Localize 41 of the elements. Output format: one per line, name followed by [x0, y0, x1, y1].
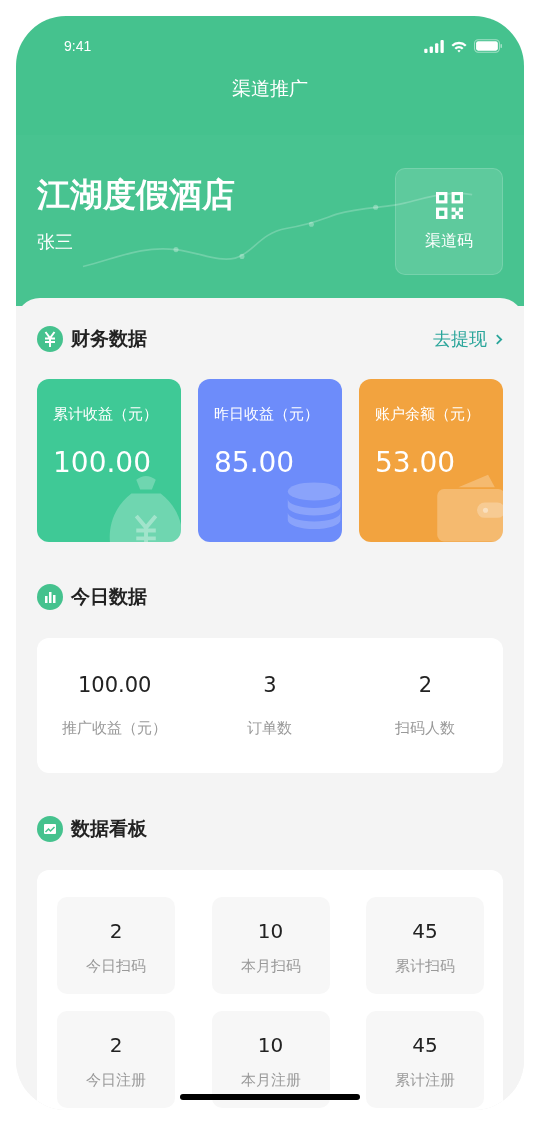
card-value: 100.00 — [52, 445, 152, 479]
section-title: 今日数据 — [71, 584, 148, 609]
page-title: 渠道推广 — [231, 76, 309, 101]
channel-code-button[interactable]: 渠道码 — [395, 168, 503, 275]
stat-value: 2 — [417, 673, 433, 697]
hotel-name: 江湖度假酒店 — [37, 174, 235, 216]
stat-label: 推广收益（元） — [61, 719, 169, 738]
tile-label: 今日扫码 — [85, 957, 147, 976]
tile-value: 10 — [256, 1032, 285, 1057]
stat-value: 100.00 — [76, 673, 153, 697]
stat-label: 订单数 — [246, 719, 294, 738]
bar-chart-icon — [37, 584, 63, 610]
tile-label: 累计注册 — [394, 1071, 456, 1090]
tile-label: 本月扫码 — [239, 957, 302, 976]
tile-label: 今日注册 — [85, 1071, 147, 1090]
tile-label: 累计扫码 — [394, 957, 456, 976]
card-label: 账户余额（元） — [374, 404, 481, 424]
user-name: 张三 — [37, 230, 74, 254]
card-label: 累计收益（元） — [52, 404, 159, 424]
tile-value: 10 — [256, 918, 285, 943]
battery-icon — [474, 39, 502, 53]
tile-value: 45 — [411, 1032, 439, 1057]
stat-label: 扫码人数 — [394, 719, 457, 738]
stat-value: 3 — [262, 673, 278, 697]
chart-board-icon — [37, 816, 63, 842]
card-value: 85.00 — [213, 445, 296, 479]
yen-icon — [37, 326, 63, 352]
tile-value: 2 — [108, 1032, 124, 1057]
section-title: 财务数据 — [71, 326, 148, 351]
card-value: 53.00 — [374, 445, 457, 479]
chevron-icon — [495, 333, 503, 345]
section-title: 数据看板 — [71, 816, 148, 841]
tile-label: 本月注册 — [239, 1071, 302, 1090]
qr-code-icon — [435, 191, 463, 219]
tile-value: 2 — [108, 918, 124, 943]
withdraw-link[interactable]: 去提现 — [433, 327, 503, 351]
wifi-icon — [450, 39, 468, 53]
tile-value: 45 — [411, 918, 439, 943]
card-label: 昨日收益（元） — [213, 404, 320, 424]
signal-icon — [424, 39, 444, 53]
status-time: 9:41 — [64, 38, 92, 54]
